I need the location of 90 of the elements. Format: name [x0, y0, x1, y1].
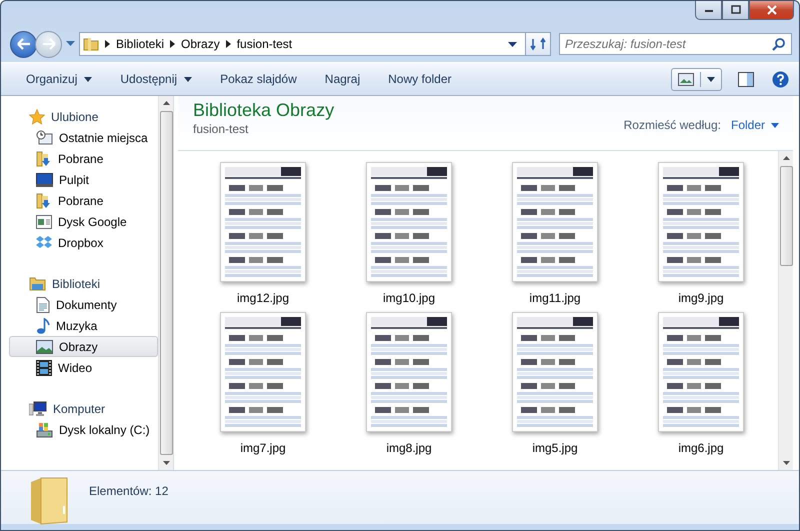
minimize-button[interactable]: [695, 1, 722, 20]
folder-icon: [83, 36, 99, 52]
navigation-item[interactable]: Dokumenty: [1, 294, 158, 315]
file-name: img11.jpg: [529, 291, 581, 305]
navigation-group[interactable]: Biblioteki: [1, 273, 158, 294]
file-item[interactable]: img7.jpg: [190, 312, 336, 462]
scrollbar[interactable]: [158, 96, 173, 470]
arrange-dropdown[interactable]: Folder: [730, 118, 779, 132]
file-name: img7.jpg: [240, 441, 286, 455]
search-field[interactable]: Przeszukaj: fusion-test: [559, 33, 792, 55]
help-button[interactable]: [770, 68, 791, 90]
picture-icon: [36, 340, 53, 354]
chevron-icon: [170, 40, 176, 48]
toolbar-button[interactable]: Nagraj: [318, 68, 368, 90]
close-icon: [766, 5, 778, 15]
chevron-icon: [226, 40, 231, 48]
toolbar-button[interactable]: Organizuj: [19, 68, 100, 90]
file-item[interactable]: img11.jpg: [482, 162, 628, 312]
history-dropdown-icon[interactable]: [66, 41, 75, 47]
file-item[interactable]: img8.jpg: [336, 312, 482, 462]
item-count: Elementów: 12: [89, 484, 168, 498]
back-button[interactable]: [10, 30, 37, 58]
computer-icon: [29, 400, 47, 416]
file-item[interactable]: img6.jpg: [628, 312, 774, 462]
caret-icon: [771, 122, 779, 128]
navigation-item[interactable]: Ostatnie miejsca: [1, 127, 158, 148]
navigation-group[interactable]: Komputer: [1, 398, 158, 419]
breadcrumb-item[interactable]: fusion-test: [236, 37, 292, 51]
window-icon: [36, 214, 52, 228]
navigation-item[interactable]: Pulpit: [1, 169, 158, 190]
breadcrumb-item[interactable]: Biblioteki: [116, 37, 164, 51]
file-name: img9.jpg: [678, 291, 724, 305]
file-item[interactable]: img12.jpg: [190, 162, 336, 312]
view-button[interactable]: [671, 68, 722, 90]
chevron-icon: [105, 40, 110, 48]
search-icon: [772, 37, 786, 51]
scroll-up-icon[interactable]: [782, 156, 790, 160]
file-item[interactable]: img10.jpg: [336, 162, 482, 312]
library-folder-icon: [29, 276, 46, 291]
close-button[interactable]: [749, 1, 794, 20]
caret-icon: [184, 76, 192, 82]
scrollbar[interactable]: [778, 151, 793, 470]
star-icon: [29, 108, 45, 124]
music-note-icon: [36, 318, 50, 334]
navigation-item[interactable]: Obrazy: [9, 336, 158, 357]
navigation-item[interactable]: Muzyka: [1, 315, 158, 336]
scroll-down-icon[interactable]: [782, 461, 790, 465]
file-item[interactable]: img9.jpg: [628, 162, 774, 312]
caret-icon: [84, 76, 92, 82]
left-arrow-icon: [16, 38, 30, 50]
refresh-button[interactable]: [525, 32, 551, 56]
file-item[interactable]: img5.jpg: [482, 312, 628, 462]
scroll-down-icon[interactable]: [162, 461, 170, 465]
clock-window-icon: [36, 130, 53, 146]
file-name: img12.jpg: [236, 291, 290, 305]
maximize-icon: [730, 5, 742, 15]
picture-icon: [678, 72, 694, 86]
preview-pane-button[interactable]: [736, 70, 756, 88]
navigation-item[interactable]: Pobrane: [1, 148, 158, 169]
download-folder-icon: [36, 192, 52, 208]
scroll-up-icon[interactable]: [162, 101, 170, 105]
navigation-item[interactable]: Dysk Google: [1, 211, 158, 232]
right-arrow-icon: [42, 38, 56, 50]
maximize-button[interactable]: [722, 1, 749, 20]
dropdown-arrow-icon[interactable]: [508, 42, 517, 46]
file-name: img6.jpg: [678, 441, 724, 455]
caret-icon: [707, 76, 715, 82]
address-bar[interactable]: Biblioteki Obrazy fusion-test: [79, 32, 526, 56]
navigation-group[interactable]: Ulubione: [1, 106, 158, 127]
library-subtitle: fusion-test: [193, 122, 250, 136]
monitor-icon: [36, 172, 53, 186]
document-icon: [36, 296, 50, 312]
library-title: Biblioteka Obrazy: [193, 100, 334, 121]
toolbar-button[interactable]: Pokaz slajdów: [213, 68, 304, 90]
download-folder-icon: [36, 150, 52, 166]
navigation-item[interactable]: Wideo: [1, 357, 158, 378]
toolbar-button[interactable]: Udostępnij: [113, 68, 200, 90]
arrange-label: Rozmieść według:: [624, 118, 721, 132]
refresh-icon: [530, 37, 546, 51]
file-name: img5.jpg: [532, 441, 578, 455]
drive-icon: [36, 422, 53, 438]
navigation-item[interactable]: Dysk lokalny (C:): [1, 419, 158, 440]
film-strip-icon: [36, 360, 52, 376]
breadcrumb-item[interactable]: Obrazy: [181, 37, 220, 51]
file-name: img10.jpg: [382, 291, 436, 305]
navigation-item[interactable]: Pobrane: [1, 190, 158, 211]
file-name: img8.jpg: [386, 441, 432, 455]
toolbar-button[interactable]: Nowy folder: [381, 68, 458, 90]
folder-icon: [29, 476, 69, 526]
navigation-item[interactable]: Dropbox: [1, 232, 158, 253]
